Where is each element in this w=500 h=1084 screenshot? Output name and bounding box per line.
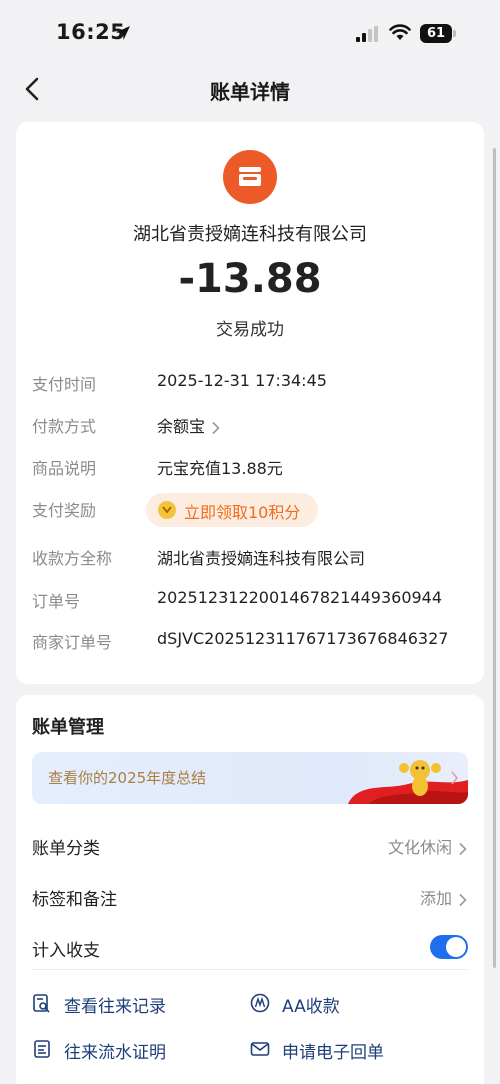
chevron-right-icon xyxy=(459,893,467,906)
pay-method-text: 余额宝 xyxy=(157,417,206,436)
detail-label-reward: 支付奖励 xyxy=(32,501,97,520)
page-title: 账单详情 xyxy=(210,80,290,104)
cellular-signal-icon xyxy=(356,26,378,42)
chevron-right-icon xyxy=(459,842,467,855)
aa-icon xyxy=(250,993,270,1013)
detail-value-payee: 湖北省责授嫡连科技有限公司 xyxy=(157,549,366,568)
detail-value-pay-method[interactable]: 余额宝 xyxy=(157,413,221,437)
tags-notes-add[interactable]: 添加 xyxy=(420,885,468,909)
claim-reward-button[interactable]: 立即领取10积分 xyxy=(146,493,318,527)
wifi-icon xyxy=(389,24,411,40)
coin-icon xyxy=(158,501,176,519)
detail-value-item-desc: 元宝充值13.88元 xyxy=(157,459,283,478)
bill-management-card: 账单管理 查看你的2025年度总结 账单分类 文化休闲 标签和备注 添加 计入收… xyxy=(16,695,484,1084)
scrollbar[interactable] xyxy=(493,148,496,968)
transaction-card: 湖北省责授嫡连科技有限公司 -13.88 交易成功 支付时间 2025-12-3… xyxy=(16,122,484,684)
detail-label-item-desc: 商品说明 xyxy=(32,459,97,478)
aa-collect-button[interactable]: AA收款 xyxy=(282,992,340,1017)
tags-notes-text: 添加 xyxy=(419,889,452,908)
document-icon xyxy=(34,1040,50,1058)
search-list-icon xyxy=(33,994,50,1013)
battery-icon: 61 xyxy=(420,24,456,43)
battery-percent: 61 xyxy=(426,26,446,41)
detail-label-payee: 收款方全称 xyxy=(32,549,113,568)
annual-summary-banner[interactable]: 查看你的2025年度总结 xyxy=(32,752,468,804)
transaction-proof-button[interactable]: 往来流水证明 xyxy=(64,1038,166,1063)
store-icon xyxy=(223,150,277,204)
detail-label-order-no: 订单号 xyxy=(32,592,81,611)
chevron-right-icon xyxy=(212,421,220,434)
status-bar: 16:25 61 xyxy=(0,0,500,66)
nav-bar: 账单详情 xyxy=(0,66,500,112)
transaction-amount: -13.88 xyxy=(178,256,322,302)
claim-reward-label: 立即领取10积分 xyxy=(184,503,301,522)
tags-notes-label: 标签和备注 xyxy=(32,890,117,910)
e-receipt-button[interactable]: 申请电子回单 xyxy=(282,1038,384,1063)
location-arrow-icon xyxy=(116,26,130,40)
merchant-name: 湖北省责授嫡连科技有限公司 xyxy=(133,224,367,245)
detail-value-order-no: 2025123122001467821449360944 xyxy=(157,588,443,607)
view-history-button[interactable]: 查看往来记录 xyxy=(64,992,166,1017)
section-title: 账单管理 xyxy=(32,717,104,738)
divider xyxy=(32,969,468,970)
detail-label-pay-method: 付款方式 xyxy=(32,417,97,436)
detail-label-merchant-order-no: 商家订单号 xyxy=(32,633,113,652)
detail-value-pay-time: 2025-12-31 17:34:45 xyxy=(157,371,327,390)
mail-icon xyxy=(250,1042,270,1056)
detail-label-pay-time: 支付时间 xyxy=(32,375,97,394)
detail-value-merchant-order-no: dSJVC2025123117671736768463​27 xyxy=(157,629,449,648)
include-in-stats-label: 计入收支 xyxy=(32,941,100,961)
transaction-status: 交易成功 xyxy=(216,320,284,340)
bill-category-label: 账单分类 xyxy=(32,839,100,859)
toggle-knob xyxy=(446,937,466,957)
bill-category-text: 文化休闲 xyxy=(387,838,452,857)
mascot-illustration xyxy=(348,760,468,804)
annual-summary-text: 查看你的2025年度总结 xyxy=(48,769,207,787)
bill-category-value[interactable]: 文化休闲 xyxy=(388,834,468,858)
include-in-stats-toggle[interactable] xyxy=(430,935,468,959)
